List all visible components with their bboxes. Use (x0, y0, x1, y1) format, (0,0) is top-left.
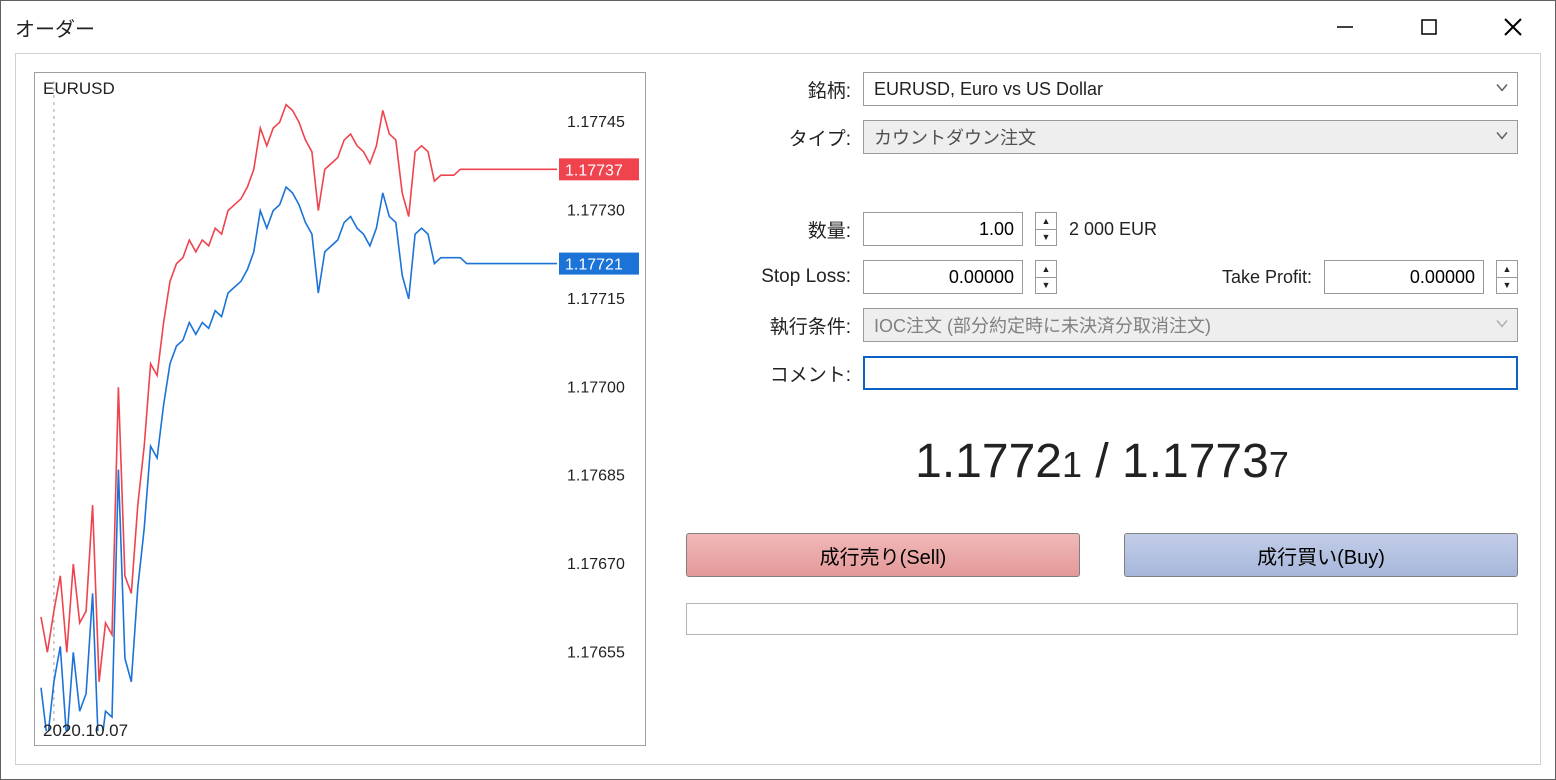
close-button[interactable] (1471, 1, 1555, 53)
svg-text:1.17700: 1.17700 (567, 379, 625, 396)
sell-button[interactable]: 成行売り(Sell) (686, 533, 1080, 577)
sl-label: Stop Loss: (686, 266, 851, 288)
symbol-row: 銘柄: EURUSD, Euro vs US Dollar (686, 72, 1518, 106)
svg-text:1.17730: 1.17730 (567, 203, 625, 220)
chevron-down-icon (1495, 79, 1509, 100)
tp-label: Take Profit: (1222, 267, 1312, 288)
take-profit-stepper[interactable]: ▲▼ (1496, 260, 1518, 294)
fill-row: 執行条件: IOC注文 (部分約定時に未決済分取消注文) (686, 308, 1518, 342)
maximize-icon (1418, 16, 1440, 38)
comment-row: コメント: (686, 356, 1518, 390)
maximize-button[interactable] (1387, 1, 1471, 53)
buy-button[interactable]: 成行買い(Buy) (1124, 533, 1518, 577)
sl-tp-row: Stop Loss: ▲▼ Take Profit: ▲▼ (686, 260, 1518, 294)
svg-text:1.17745: 1.17745 (567, 114, 625, 131)
chevron-down-icon (1495, 127, 1509, 148)
minimize-icon (1334, 16, 1356, 38)
take-profit-input[interactable] (1324, 260, 1484, 294)
symbol-value: EURUSD, Euro vs US Dollar (874, 79, 1103, 100)
comment-label: コメント: (686, 360, 851, 387)
titlebar: オーダー (1, 1, 1555, 53)
quote-sep: / (1082, 435, 1122, 488)
bid-main: 1.1772 (915, 435, 1062, 488)
fill-value: IOC注文 (部分約定時に未決済分取消注文) (874, 312, 1211, 338)
minimize-button[interactable] (1303, 1, 1387, 53)
symbol-label: 銘柄: (686, 76, 851, 103)
ask-last: 7 (1269, 444, 1289, 485)
volume-stepper[interactable]: ▲▼ (1035, 212, 1057, 246)
fill-label: 執行条件: (686, 312, 851, 339)
svg-text:1.17721: 1.17721 (565, 257, 623, 274)
type-label: タイプ: (686, 124, 851, 151)
order-form: 銘柄: EURUSD, Euro vs US Dollar タイプ: カウントダ… (686, 72, 1522, 746)
stop-loss-stepper[interactable]: ▲▼ (1035, 260, 1057, 294)
volume-label: 数量: (686, 216, 851, 243)
type-row: タイプ: カウントダウン注文 (686, 120, 1518, 154)
volume-units: 2 000 EUR (1069, 219, 1157, 240)
window-controls (1303, 1, 1555, 53)
chart-date-label: 2020.10.07 (43, 721, 128, 741)
svg-text:1.17685: 1.17685 (567, 468, 625, 485)
bid-ask-quote: 1.17721 / 1.17737 (686, 434, 1518, 489)
chart-canvas: 1.17745 1.17730 1.17715 1.17700 1.17685 1.176… (35, 73, 645, 731)
order-buttons: 成行売り(Sell) 成行買い(Buy) (686, 533, 1518, 577)
chevron-down-icon (1495, 315, 1509, 336)
order-window: オーダー EURUSD 1.177451.177301.177151.17700… (0, 0, 1556, 780)
volume-input[interactable] (863, 212, 1023, 246)
window-title: オーダー (15, 13, 1303, 42)
stop-loss-input[interactable] (863, 260, 1023, 294)
status-bar (686, 603, 1518, 635)
tick-chart: EURUSD 1.177451.177301.177151.177001.176… (34, 72, 646, 746)
fill-policy-select: IOC注文 (部分約定時に未決済分取消注文) (863, 308, 1518, 342)
volume-row: 数量: ▲▼ 2 000 EUR (686, 212, 1518, 246)
bid-last: 1 (1062, 444, 1082, 485)
close-icon (1501, 15, 1525, 39)
ask-main: 1.1773 (1122, 435, 1269, 488)
svg-text:1.17715: 1.17715 (567, 291, 625, 308)
comment-input[interactable] (863, 356, 1518, 390)
svg-text:1.17655: 1.17655 (567, 644, 625, 661)
client-area: EURUSD 1.177451.177301.177151.177001.176… (15, 53, 1541, 765)
svg-text:1.17737: 1.17737 (565, 162, 623, 179)
type-select[interactable]: カウントダウン注文 (863, 120, 1518, 154)
type-value: カウントダウン注文 (874, 124, 1036, 150)
symbol-select[interactable]: EURUSD, Euro vs US Dollar (863, 72, 1518, 106)
svg-text:1.17670: 1.17670 (567, 556, 625, 573)
